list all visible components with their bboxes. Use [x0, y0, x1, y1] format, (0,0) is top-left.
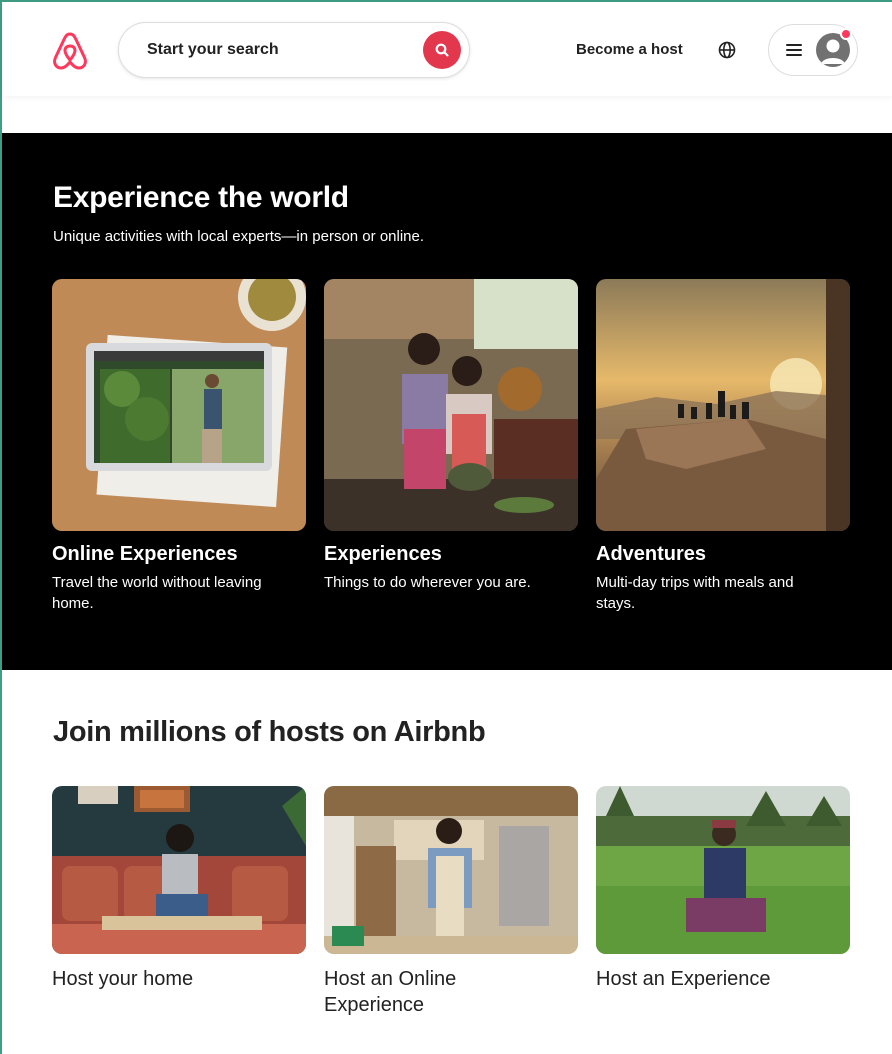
- hosts-section-title: Join millions of hosts on Airbnb: [53, 716, 486, 748]
- online-experiences-card[interactable]: Online Experiences Travel the world with…: [52, 279, 306, 614]
- host-online-experience-card[interactable]: Host an Online Experience: [324, 786, 578, 1018]
- search-button[interactable]: [423, 31, 461, 69]
- experience-title: Experience the world: [53, 181, 349, 214]
- host-experience-image: [596, 786, 850, 954]
- become-host-link[interactable]: Become a host: [576, 41, 683, 58]
- search-placeholder: Start your search: [147, 41, 279, 58]
- search-icon: [435, 43, 449, 57]
- experience-subtitle: Unique activities with local experts—in …: [53, 228, 425, 245]
- host-online-experience-image: [324, 786, 578, 954]
- host-experience-card[interactable]: Host an Experience: [596, 786, 850, 992]
- globe-icon[interactable]: [717, 40, 737, 60]
- experience-section: Experience the world Unique activities w…: [2, 133, 892, 670]
- host-your-home-image: [52, 786, 306, 954]
- search-bar[interactable]: Start your search: [118, 22, 470, 78]
- host-experience-title: Host an Experience: [596, 968, 771, 990]
- host-your-home-card[interactable]: Host your home: [52, 786, 306, 992]
- experiences-title: Experiences: [324, 543, 442, 565]
- adventures-description: Multi-day trips with meals and stays.: [596, 574, 794, 612]
- adventures-title: Adventures: [596, 543, 707, 565]
- experiences-image: [324, 279, 578, 531]
- online-experiences-image: [52, 279, 306, 531]
- host-online-experience-title: Host an Online Experience: [324, 968, 457, 1016]
- top-navigation-bar: Start your search Become a host: [2, 2, 892, 96]
- experiences-description: Things to do wherever you are.: [324, 574, 531, 591]
- adventures-card[interactable]: Adventures Multi-day trips with meals an…: [596, 279, 850, 614]
- online-experiences-title: Online Experiences: [52, 543, 238, 565]
- user-menu-button[interactable]: [768, 24, 858, 76]
- airbnb-logo-icon[interactable]: [50, 30, 90, 72]
- online-experiences-description: Travel the world without leaving home.: [52, 574, 262, 612]
- menu-icon: [786, 44, 802, 56]
- experiences-card[interactable]: Experiences Things to do wherever you ar…: [324, 279, 578, 593]
- notification-dot: [840, 28, 852, 40]
- host-your-home-title: Host your home: [52, 968, 194, 990]
- adventures-image: [596, 279, 850, 531]
